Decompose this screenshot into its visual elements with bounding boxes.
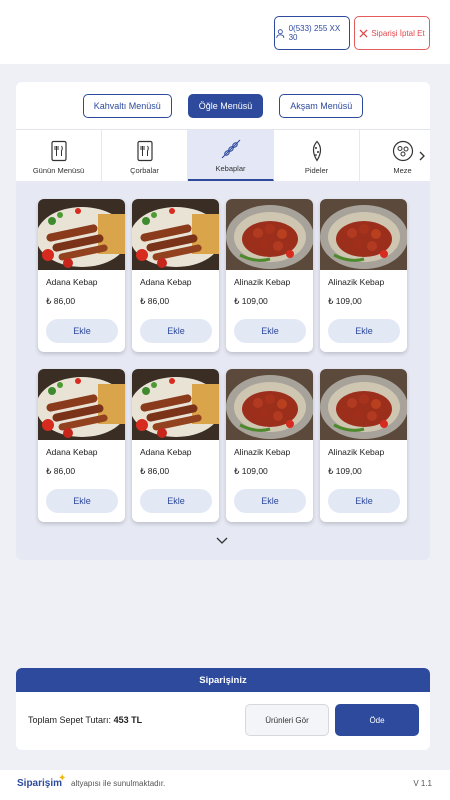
category-corbalar[interactable]: Çorbalar [102, 130, 188, 181]
product-card: Alinazik Kebap ₺ 109,00 Ekle [320, 199, 407, 352]
cart-total: Toplam Sepet Tutarı: 453 TL [28, 715, 142, 725]
product-grid: Adana Kebap ₺ 86,00 Ekle Adana Kebap ₺ 8… [38, 199, 408, 522]
adana-kebap-image [132, 369, 219, 440]
category-bar: Günün Menüsü Çorbalar Kebaplar Pideler M… [16, 129, 430, 181]
product-name: Adana Kebap [46, 447, 98, 457]
product-card: Adana Kebap ₺ 86,00 Ekle [38, 369, 125, 522]
view-products-button[interactable]: Ürünleri Gör [245, 704, 329, 736]
phone-button[interactable]: 0(533) 255 XX 30 [274, 16, 350, 50]
brand-logo: Siparişim [17, 778, 63, 789]
chevron-right-icon [419, 151, 425, 160]
product-price: ₺ 86,00 [46, 296, 76, 306]
pide-icon [312, 140, 321, 162]
product-price: ₺ 109,00 [234, 466, 268, 476]
footer: Siparişim ✦ altyapısı ile sunulmaktadır.… [0, 770, 450, 800]
cancel-order-button[interactable]: Siparişi İptal Et [354, 16, 430, 50]
product-card: Alinazik Kebap ₺ 109,00 Ekle [226, 369, 313, 522]
product-price: ₺ 86,00 [46, 466, 76, 476]
add-button[interactable]: Ekle [46, 489, 118, 513]
tab-breakfast-menu[interactable]: Kahvaltı Menüsü [82, 94, 172, 118]
add-button[interactable]: Ekle [46, 319, 118, 343]
menu-card-icon [136, 140, 153, 162]
chevron-down-icon[interactable] [214, 534, 230, 548]
menu-card: Kahvaltı Menüsü Öğle Menüsü Akşam Menüsü… [16, 82, 430, 560]
alinazik-kebap-image [320, 199, 407, 270]
product-price: ₺ 109,00 [234, 296, 268, 306]
product-name: Alinazik Kebap [328, 277, 385, 287]
add-button[interactable]: Ekle [234, 319, 306, 343]
phone-number: 0(533) 255 XX 30 [288, 24, 341, 42]
adana-kebap-image [38, 199, 125, 270]
category-label: Kebaplar [215, 164, 246, 173]
sparkle-icon: ✦ [58, 773, 67, 784]
product-area: Adana Kebap ₺ 86,00 Ekle Adana Kebap ₺ 8… [16, 181, 430, 560]
product-name: Alinazik Kebap [234, 447, 291, 457]
product-price: ₺ 86,00 [140, 466, 170, 476]
menu-tabs: Kahvaltı Menüsü Öğle Menüsü Akşam Menüsü [16, 94, 430, 118]
order-panel: Siparişiniz Toplam Sepet Tutarı: 453 TL … [16, 668, 430, 750]
product-name: Alinazik Kebap [328, 447, 385, 457]
category-label: Pideler [304, 166, 329, 175]
add-button[interactable]: Ekle [328, 489, 400, 513]
product-name: Adana Kebap [46, 277, 98, 287]
alinazik-kebap-image [226, 369, 313, 440]
category-gunun-menusu[interactable]: Günün Menüsü [16, 130, 102, 181]
alinazik-kebap-image [320, 369, 407, 440]
add-button[interactable]: Ekle [140, 319, 212, 343]
add-button[interactable]: Ekle [328, 319, 400, 343]
category-label: Çorbalar [130, 166, 159, 175]
footer-tagline: altyapısı ile sunulmaktadır. [71, 779, 166, 788]
close-icon [359, 28, 368, 38]
order-title: Siparişiniz [16, 668, 430, 692]
product-card: Adana Kebap ₺ 86,00 Ekle [38, 199, 125, 352]
skewer-icon [221, 139, 240, 159]
tab-dinner-menu[interactable]: Akşam Menüsü [279, 94, 364, 118]
menu-card-icon [50, 140, 67, 162]
product-card: Adana Kebap ₺ 86,00 Ekle [132, 199, 219, 352]
category-label: Günün Menüsü [32, 166, 85, 175]
product-price: ₺ 109,00 [328, 466, 362, 476]
tab-lunch-menu[interactable]: Öğle Menüsü [187, 94, 264, 118]
pay-button[interactable]: Öde [335, 704, 419, 736]
adana-kebap-image [132, 199, 219, 270]
alinazik-kebap-image [226, 199, 313, 270]
meze-plate-icon [392, 140, 413, 162]
category-pideler[interactable]: Pideler [274, 130, 360, 181]
product-name: Adana Kebap [140, 277, 192, 287]
user-icon [276, 28, 285, 38]
product-card: Alinazik Kebap ₺ 109,00 Ekle [226, 199, 313, 352]
cart-total-value: 453 TL [113, 715, 143, 725]
product-card: Adana Kebap ₺ 86,00 Ekle [132, 369, 219, 522]
product-name: Alinazik Kebap [234, 277, 291, 287]
add-button[interactable]: Ekle [140, 489, 212, 513]
top-bar: 0(533) 255 XX 30 Siparişi İptal Et [0, 0, 450, 64]
product-price: ₺ 109,00 [328, 296, 362, 306]
app-version: V 1.1 [413, 779, 432, 788]
product-name: Adana Kebap [140, 447, 192, 457]
product-price: ₺ 86,00 [140, 296, 170, 306]
add-button[interactable]: Ekle [234, 489, 306, 513]
category-kebaplar[interactable]: Kebaplar [188, 130, 274, 181]
cart-total-label: Toplam Sepet Tutarı: [28, 715, 112, 725]
adana-kebap-image [38, 369, 125, 440]
category-scroll-right[interactable] [414, 130, 430, 181]
category-label: Meze [393, 166, 412, 175]
product-card: Alinazik Kebap ₺ 109,00 Ekle [320, 369, 407, 522]
cancel-order-label: Siparişi İptal Et [371, 28, 425, 38]
